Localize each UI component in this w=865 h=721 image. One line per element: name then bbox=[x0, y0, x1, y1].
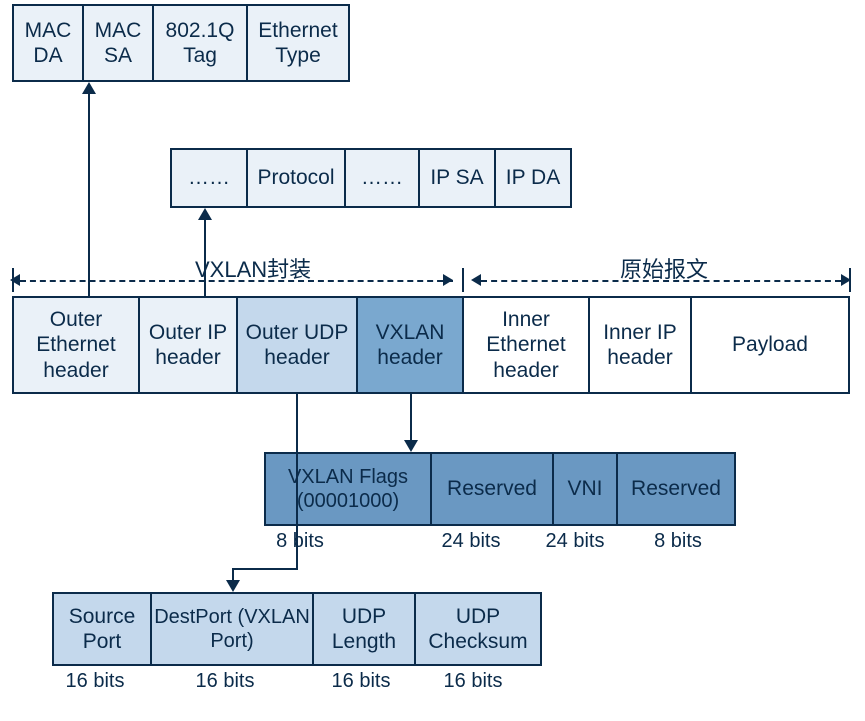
connector-ip bbox=[204, 220, 206, 296]
ip-field-ellipsis2: …… bbox=[344, 148, 420, 208]
section-label-original: 原始报文 bbox=[620, 252, 708, 284]
arrow-down-icon-2 bbox=[404, 440, 418, 452]
vxlan-vni: VNI bbox=[552, 452, 618, 526]
arrow-up-icon-2 bbox=[198, 208, 212, 220]
pkt-outer-udp: Outer UDP header bbox=[236, 296, 358, 394]
pkt-inner-eth: Inner Ethernet header bbox=[462, 296, 590, 394]
pkt-payload: Payload bbox=[690, 296, 850, 394]
pkt-vxlan-header: VXLAN header bbox=[356, 296, 464, 394]
left-end-tick bbox=[12, 268, 14, 292]
arrow-right-icon bbox=[443, 274, 453, 286]
section-label-encap: VXLAN封装 bbox=[195, 252, 311, 284]
vxlan-size-3: 8 bits bbox=[648, 530, 708, 553]
udp-dest-port: DestPort (VXLAN Port) bbox=[150, 592, 314, 666]
ip-field-ipda: IP DA bbox=[494, 148, 572, 208]
udp-size-0: 16 bits bbox=[60, 670, 130, 693]
connector-eth bbox=[88, 94, 90, 296]
vxlan-size-0: 8 bits bbox=[270, 530, 330, 553]
vxlan-size-2: 24 bits bbox=[540, 530, 610, 553]
udp-checksum: UDP Checksum bbox=[414, 592, 542, 666]
right-end-tick bbox=[849, 268, 851, 292]
ip-field-ellipsis1: …… bbox=[170, 148, 248, 208]
udp-src-port: Source Port bbox=[52, 592, 152, 666]
connector-udp-h bbox=[232, 568, 298, 570]
pkt-outer-ip: Outer IP header bbox=[138, 296, 238, 394]
eth-field-8021q: 802.1Q Tag bbox=[152, 4, 248, 82]
udp-size-1: 16 bits bbox=[190, 670, 260, 693]
udp-length: UDP Length bbox=[312, 592, 416, 666]
pkt-inner-ip: Inner IP header bbox=[588, 296, 692, 394]
section-divider-tick bbox=[462, 268, 464, 292]
vxlan-reserved2: Reserved bbox=[616, 452, 736, 526]
arrow-down-icon bbox=[226, 580, 240, 592]
connector-udp-v bbox=[296, 394, 298, 570]
pkt-outer-eth: Outer Ethernet header bbox=[12, 296, 140, 394]
vxlan-size-1: 24 bits bbox=[436, 530, 506, 553]
vxlan-encap-diagram: MAC DA MAC SA 802.1Q Tag Ethernet Type …… bbox=[0, 0, 865, 721]
eth-field-mac-da: MAC DA bbox=[12, 4, 84, 82]
vxlan-reserved1: Reserved bbox=[430, 452, 554, 526]
udp-size-3: 16 bits bbox=[438, 670, 508, 693]
ip-field-protocol: Protocol bbox=[246, 148, 346, 208]
vxlan-flags: VXLAN Flags (00001000) bbox=[264, 452, 432, 526]
arrow-left-icon-2 bbox=[471, 274, 481, 286]
udp-size-2: 16 bits bbox=[326, 670, 396, 693]
ip-field-ipsa: IP SA bbox=[418, 148, 496, 208]
eth-field-mac-sa: MAC SA bbox=[82, 4, 154, 82]
connector-vxlan bbox=[410, 394, 412, 442]
eth-field-ethtype: Ethernet Type bbox=[246, 4, 350, 82]
arrow-up-icon bbox=[82, 82, 96, 94]
